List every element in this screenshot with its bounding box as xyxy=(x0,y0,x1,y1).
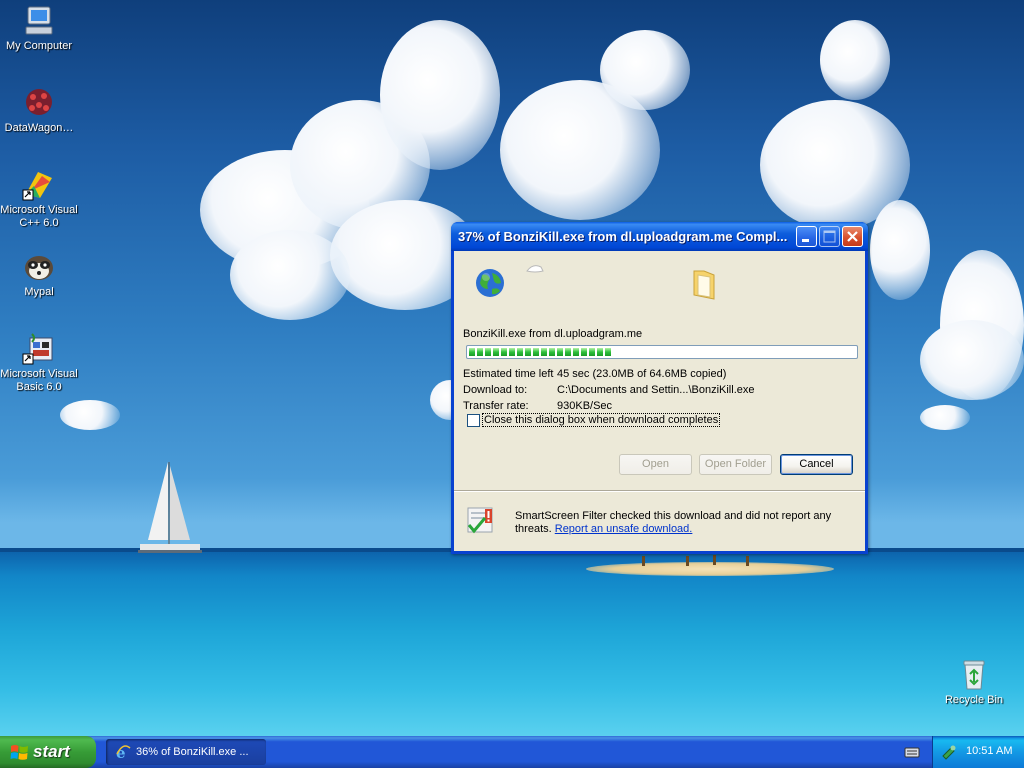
close-on-complete-label[interactable]: Close this dialog box when download comp… xyxy=(482,413,721,427)
desktop-icon-label: Recycle Bin xyxy=(944,694,1004,706)
download-progress-bar xyxy=(466,345,858,359)
flying-paper-icon xyxy=(525,261,545,280)
globe-icon xyxy=(474,267,506,302)
taskbar-item-download[interactable]: e 36% of BonziKill.exe ... xyxy=(106,739,266,765)
safely-remove-hardware-icon[interactable] xyxy=(941,744,957,763)
desktop-icon-label: Microsoft Visual C++ 6.0 xyxy=(0,204,78,229)
clock[interactable]: 10:51 AM xyxy=(966,745,1012,757)
progress-segment xyxy=(589,348,595,356)
folder-icon xyxy=(690,267,718,304)
taskbar: start e 36% of BonziKill.exe ... 10:51 A… xyxy=(0,736,1024,768)
progress-segment xyxy=(485,348,491,356)
mypal-icon xyxy=(22,250,56,284)
desktop-icon-datawagon[interactable]: DataWagon… xyxy=(0,86,78,135)
transfer-rate-label: Transfer rate: xyxy=(463,400,529,412)
desktop-icon-recycle-bin[interactable]: Recycle Bin xyxy=(935,658,1013,707)
maximize-button[interactable] xyxy=(819,226,840,247)
progress-segment xyxy=(533,348,539,356)
computer-icon xyxy=(22,4,56,38)
download-to-label: Download to: xyxy=(463,384,528,396)
progress-segment xyxy=(517,348,523,356)
progress-segment xyxy=(581,348,587,356)
close-button[interactable] xyxy=(842,226,863,247)
visual-basic-icon xyxy=(22,332,56,366)
dialog-title: 37% of BonziKill.exe from dl.uploadgram.… xyxy=(458,229,788,244)
download-to-value: C:\Documents and Settin...\BonziKill.exe xyxy=(557,384,755,396)
progress-segment xyxy=(605,348,611,356)
progress-fill xyxy=(469,348,855,356)
island xyxy=(586,562,834,576)
open-button[interactable]: Open xyxy=(619,454,692,475)
progress-segment xyxy=(493,348,499,356)
desktop-icon-my-computer[interactable]: My Computer xyxy=(0,4,78,53)
minimize-button[interactable] xyxy=(796,226,817,247)
datawagon-icon xyxy=(22,86,56,120)
desktop-icon-visual-basic[interactable]: Microsoft Visual Basic 6.0 xyxy=(0,332,78,394)
estimated-time-label: Estimated time left xyxy=(463,368,554,380)
desktop-icon-mypal[interactable]: Mypal xyxy=(0,250,78,299)
progress-segment xyxy=(541,348,547,356)
transfer-rate-value: 930KB/Sec xyxy=(557,400,613,412)
visual-cpp-icon xyxy=(22,168,56,202)
progress-segment xyxy=(573,348,579,356)
progress-segment xyxy=(525,348,531,356)
desktop-icon-visual-cpp[interactable]: Microsoft Visual C++ 6.0 xyxy=(0,168,78,230)
start-button[interactable]: start xyxy=(0,736,96,768)
system-tray: 10:51 AM xyxy=(932,736,1024,768)
cancel-button[interactable]: Cancel xyxy=(780,454,853,475)
desktop-icon-label: DataWagon… xyxy=(4,122,74,134)
open-folder-button[interactable]: Open Folder xyxy=(699,454,772,475)
minimize-icon xyxy=(802,239,809,242)
progress-segment xyxy=(469,348,475,356)
close-on-complete-checkbox[interactable] xyxy=(467,414,480,427)
recycle-bin-icon xyxy=(957,658,991,692)
progress-segment xyxy=(557,348,563,356)
sea xyxy=(0,548,1024,736)
start-label: start xyxy=(33,742,70,761)
progress-segment xyxy=(549,348,555,356)
progress-segment xyxy=(477,348,483,356)
close-icon xyxy=(847,231,858,242)
internet-explorer-icon: e xyxy=(116,744,131,760)
progress-segment xyxy=(509,348,515,356)
desktop-icon-label: Mypal xyxy=(24,286,54,298)
maximize-icon xyxy=(823,230,836,243)
dialog-body: BonziKill.exe from dl.uploadgram.me Esti… xyxy=(454,251,865,551)
progress-segment xyxy=(597,348,603,356)
smartscreen-message: SmartScreen Filter checked this download… xyxy=(515,510,845,536)
sailboat xyxy=(138,462,202,553)
keyboard-icon[interactable] xyxy=(904,745,920,762)
smartscreen-shield-icon xyxy=(465,505,497,540)
report-unsafe-download-link[interactable]: Report an unsafe download. xyxy=(555,523,693,535)
download-dialog[interactable]: 37% of BonziKill.exe from dl.uploadgram.… xyxy=(451,222,868,554)
file-source-label: BonziKill.exe from dl.uploadgram.me xyxy=(463,328,643,340)
dialog-titlebar[interactable]: 37% of BonziKill.exe from dl.uploadgram.… xyxy=(451,222,868,251)
desktop-icon-label: My Computer xyxy=(5,40,73,52)
windows-logo-icon xyxy=(10,745,28,760)
progress-segment xyxy=(501,348,507,356)
estimated-time-value: 45 sec (23.0MB of 64.6MB copied) xyxy=(557,368,727,380)
taskbar-item-label: 36% of BonziKill.exe ... xyxy=(136,746,249,758)
desktop-icon-label: Microsoft Visual Basic 6.0 xyxy=(0,368,78,393)
dialog-separator xyxy=(454,490,865,492)
progress-segment xyxy=(565,348,571,356)
